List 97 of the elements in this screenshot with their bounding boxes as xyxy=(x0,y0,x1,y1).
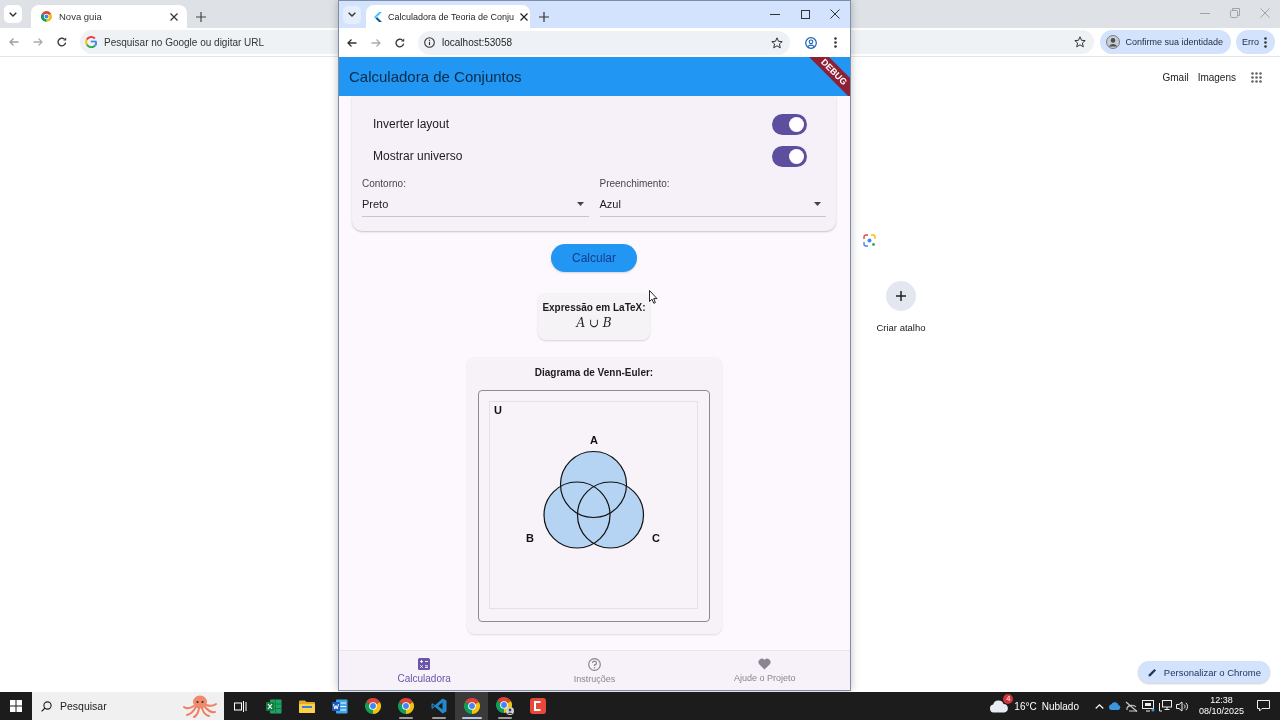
set-label: C xyxy=(652,532,660,544)
spreadsheet-icon xyxy=(265,698,282,714)
close-icon xyxy=(1260,8,1270,18)
forward-arrow-icon xyxy=(33,37,43,47)
browser-icon xyxy=(463,698,480,714)
toggle-label: Mostrar universo xyxy=(373,149,463,163)
set-label: B xyxy=(526,532,534,544)
toggle-switch[interactable] xyxy=(772,145,807,167)
browser-icon xyxy=(397,698,414,714)
message-icon xyxy=(1256,700,1270,712)
nav-tab[interactable]: Instruções xyxy=(509,651,680,690)
taskbar-app-button[interactable] xyxy=(455,692,488,720)
app-tile-icon xyxy=(529,698,546,714)
browser-icon xyxy=(364,698,381,714)
close-icon xyxy=(830,9,840,19)
star-icon[interactable] xyxy=(771,36,783,49)
close-icon[interactable] xyxy=(519,12,528,21)
star-icon[interactable] xyxy=(1074,36,1087,48)
latex-expression: A ∪ B xyxy=(576,316,612,330)
shortcut-tile[interactable]: Criar atalho xyxy=(861,281,941,333)
caret-icon xyxy=(576,202,584,206)
document-icon xyxy=(331,698,348,714)
avatar-icon xyxy=(505,707,514,715)
shortcut-label: Criar atalho xyxy=(876,322,926,333)
plus-icon[interactable] xyxy=(539,11,549,22)
task-view-icon xyxy=(234,700,247,712)
lens-icon[interactable] xyxy=(863,234,876,247)
menu-icon[interactable] xyxy=(1264,36,1267,48)
volume-icon[interactable] xyxy=(1175,700,1189,712)
weather-text[interactable]: Nublado xyxy=(1041,700,1079,712)
profile-icon xyxy=(805,36,817,49)
g-logo-icon xyxy=(85,36,97,48)
card-title: Diagrama de Venn-Euler: xyxy=(534,367,654,378)
code-editor-icon xyxy=(430,698,447,714)
error-chip[interactable]: Erro xyxy=(1236,30,1275,54)
back-arrow-icon xyxy=(347,37,357,48)
minimize-icon xyxy=(770,13,780,15)
tab-search-button[interactable] xyxy=(343,5,361,24)
tab-search-button[interactable] xyxy=(4,5,22,23)
temperature-text[interactable]: 16°C xyxy=(1014,700,1037,712)
reload-icon xyxy=(57,37,67,47)
address-bar[interactable]: localhost:53058 xyxy=(418,30,790,55)
network-icon[interactable] xyxy=(1158,700,1172,712)
set-circle xyxy=(543,481,611,549)
customize-button[interactable]: Personalizar o Chrome xyxy=(1137,661,1270,683)
field-label: Contorno: xyxy=(362,178,407,189)
reload-icon xyxy=(395,37,405,48)
close-icon[interactable] xyxy=(170,12,178,21)
field-label: Preenchimento: xyxy=(599,178,671,189)
heart-icon xyxy=(758,658,772,670)
universe-label: U xyxy=(494,404,502,416)
set-circle xyxy=(559,450,628,519)
menu-icon[interactable] xyxy=(833,37,837,48)
minimize-icon xyxy=(1200,12,1210,14)
chevron-down-icon xyxy=(348,12,356,17)
cloud-icon xyxy=(989,699,1010,713)
toggle-label: Inverter layout xyxy=(373,117,450,131)
maximize-icon xyxy=(800,9,810,19)
network-off-icon[interactable] xyxy=(1124,700,1138,712)
apps-grid-icon[interactable] xyxy=(1251,72,1262,83)
plus-icon[interactable] xyxy=(196,11,206,22)
back-arrow-icon xyxy=(9,37,19,47)
info-icon xyxy=(424,37,435,48)
clock-button[interactable]: 12:38 08/10/2025 xyxy=(1188,692,1250,720)
toggle-switch[interactable] xyxy=(772,113,807,135)
cloud-icon[interactable] xyxy=(1107,702,1121,710)
octopus-drawing xyxy=(182,694,218,718)
header-link[interactable]: Imagens xyxy=(1197,72,1236,83)
chevron-down-icon xyxy=(9,11,17,17)
browser-tab[interactable]: Nova guia xyxy=(31,5,187,28)
header-link[interactable]: Gmail xyxy=(1162,72,1189,83)
search-icon xyxy=(41,700,52,712)
add-shortcut-icon xyxy=(886,281,916,311)
monitor-icon[interactable] xyxy=(1141,700,1155,712)
browser-logo-icon xyxy=(41,11,52,22)
caret-icon xyxy=(814,202,821,206)
identity-chip[interactable]: Confirme sua identidade xyxy=(1100,30,1231,54)
card-title: Expressão em LaTeX: xyxy=(542,302,646,313)
forward-arrow-icon xyxy=(371,37,381,48)
set-label: A xyxy=(590,434,598,446)
folder-icon xyxy=(298,699,315,713)
calculator-icon xyxy=(418,657,431,670)
dropdown-field[interactable]: Preto xyxy=(362,198,589,217)
browser-tab[interactable]: Calculadora de Teoria de Conju xyxy=(366,5,530,28)
chevron-logo-icon xyxy=(374,11,382,22)
set-circle xyxy=(576,481,645,549)
app-title: Calculadora de Conjuntos xyxy=(349,68,522,85)
search-field[interactable]: Pesquisar xyxy=(32,692,224,720)
restore-icon xyxy=(1230,8,1240,18)
help-icon xyxy=(588,657,601,671)
avatar-icon xyxy=(1106,35,1121,49)
dropdown-field[interactable]: Azul xyxy=(599,198,826,217)
chevron-up-icon[interactable] xyxy=(1094,703,1104,709)
pencil-icon xyxy=(1147,667,1157,677)
windows-logo-icon xyxy=(10,700,22,712)
nav-tab[interactable]: Calculadora xyxy=(339,651,510,690)
nav-tab[interactable]: Ajude o Projeto xyxy=(679,651,850,690)
